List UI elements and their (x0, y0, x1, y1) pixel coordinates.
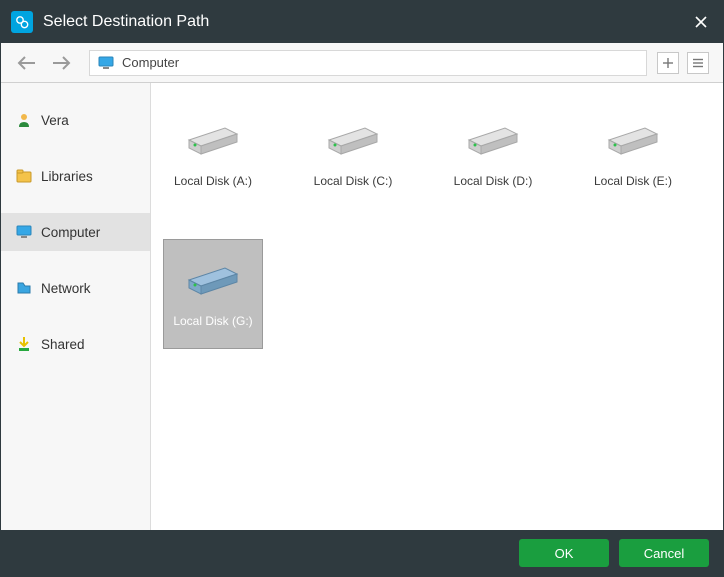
arrow-right-icon (50, 55, 72, 71)
back-button[interactable] (15, 51, 39, 75)
toolbar-right (657, 52, 709, 74)
cancel-label: Cancel (644, 546, 684, 561)
drive-icon (178, 246, 248, 306)
sidebar-item-libraries[interactable]: Libraries (1, 157, 150, 195)
libraries-icon (15, 167, 33, 185)
sidebar-item-network[interactable]: Network (1, 269, 150, 307)
ok-label: OK (555, 546, 574, 561)
drive-item[interactable]: Local Disk (A:) (163, 99, 263, 209)
titlebar: Select Destination Path (1, 1, 723, 43)
sidebar-item-computer[interactable]: Computer (1, 213, 150, 251)
computer-icon (15, 223, 33, 241)
window-title: Select Destination Path (43, 13, 689, 31)
drive-grid: Local Disk (A:) Local Disk (C:) (163, 99, 711, 349)
list-icon (692, 57, 704, 69)
location-text: Computer (122, 55, 179, 70)
network-icon (15, 279, 33, 297)
sidebar-item-vera[interactable]: Vera (1, 101, 150, 139)
sidebar: Vera Libraries Computer Network (1, 83, 151, 530)
shared-icon (15, 335, 33, 353)
navbar: Computer (1, 43, 723, 83)
sidebar-item-label: Network (41, 281, 91, 296)
content-area: Local Disk (A:) Local Disk (C:) (151, 83, 723, 530)
dialog-body: Vera Libraries Computer Network (1, 83, 723, 530)
sidebar-item-label: Computer (41, 225, 100, 240)
user-icon (15, 111, 33, 129)
drive-item-selected[interactable]: Local Disk (G:) (163, 239, 263, 349)
drive-icon (178, 106, 248, 166)
app-icon (11, 11, 33, 33)
forward-button[interactable] (49, 51, 73, 75)
ok-button[interactable]: OK (519, 539, 609, 567)
footer: OK Cancel (1, 530, 723, 576)
drive-item[interactable]: Local Disk (E:) (583, 99, 683, 209)
location-bar[interactable]: Computer (89, 50, 647, 76)
drive-label: Local Disk (A:) (174, 174, 252, 188)
drive-item[interactable]: Local Disk (D:) (443, 99, 543, 209)
drive-label: Local Disk (D:) (454, 174, 533, 188)
drive-label: Local Disk (C:) (314, 174, 393, 188)
new-folder-button[interactable] (657, 52, 679, 74)
sidebar-item-label: Vera (41, 113, 69, 128)
drive-item[interactable]: Local Disk (C:) (303, 99, 403, 209)
sidebar-item-label: Shared (41, 337, 85, 352)
cancel-button[interactable]: Cancel (619, 539, 709, 567)
close-icon (694, 15, 708, 29)
close-button[interactable] (689, 10, 713, 34)
monitor-icon (98, 56, 114, 70)
arrow-left-icon (16, 55, 38, 71)
sidebar-item-shared[interactable]: Shared (1, 325, 150, 363)
drive-icon (318, 106, 388, 166)
sidebar-item-label: Libraries (41, 169, 93, 184)
view-list-button[interactable] (687, 52, 709, 74)
drive-icon (598, 106, 668, 166)
drive-label: Local Disk (E:) (594, 174, 672, 188)
drive-icon (458, 106, 528, 166)
drive-label: Local Disk (G:) (173, 314, 252, 328)
plus-icon (662, 57, 674, 69)
dialog-window: Select Destination Path Computer (0, 0, 724, 577)
